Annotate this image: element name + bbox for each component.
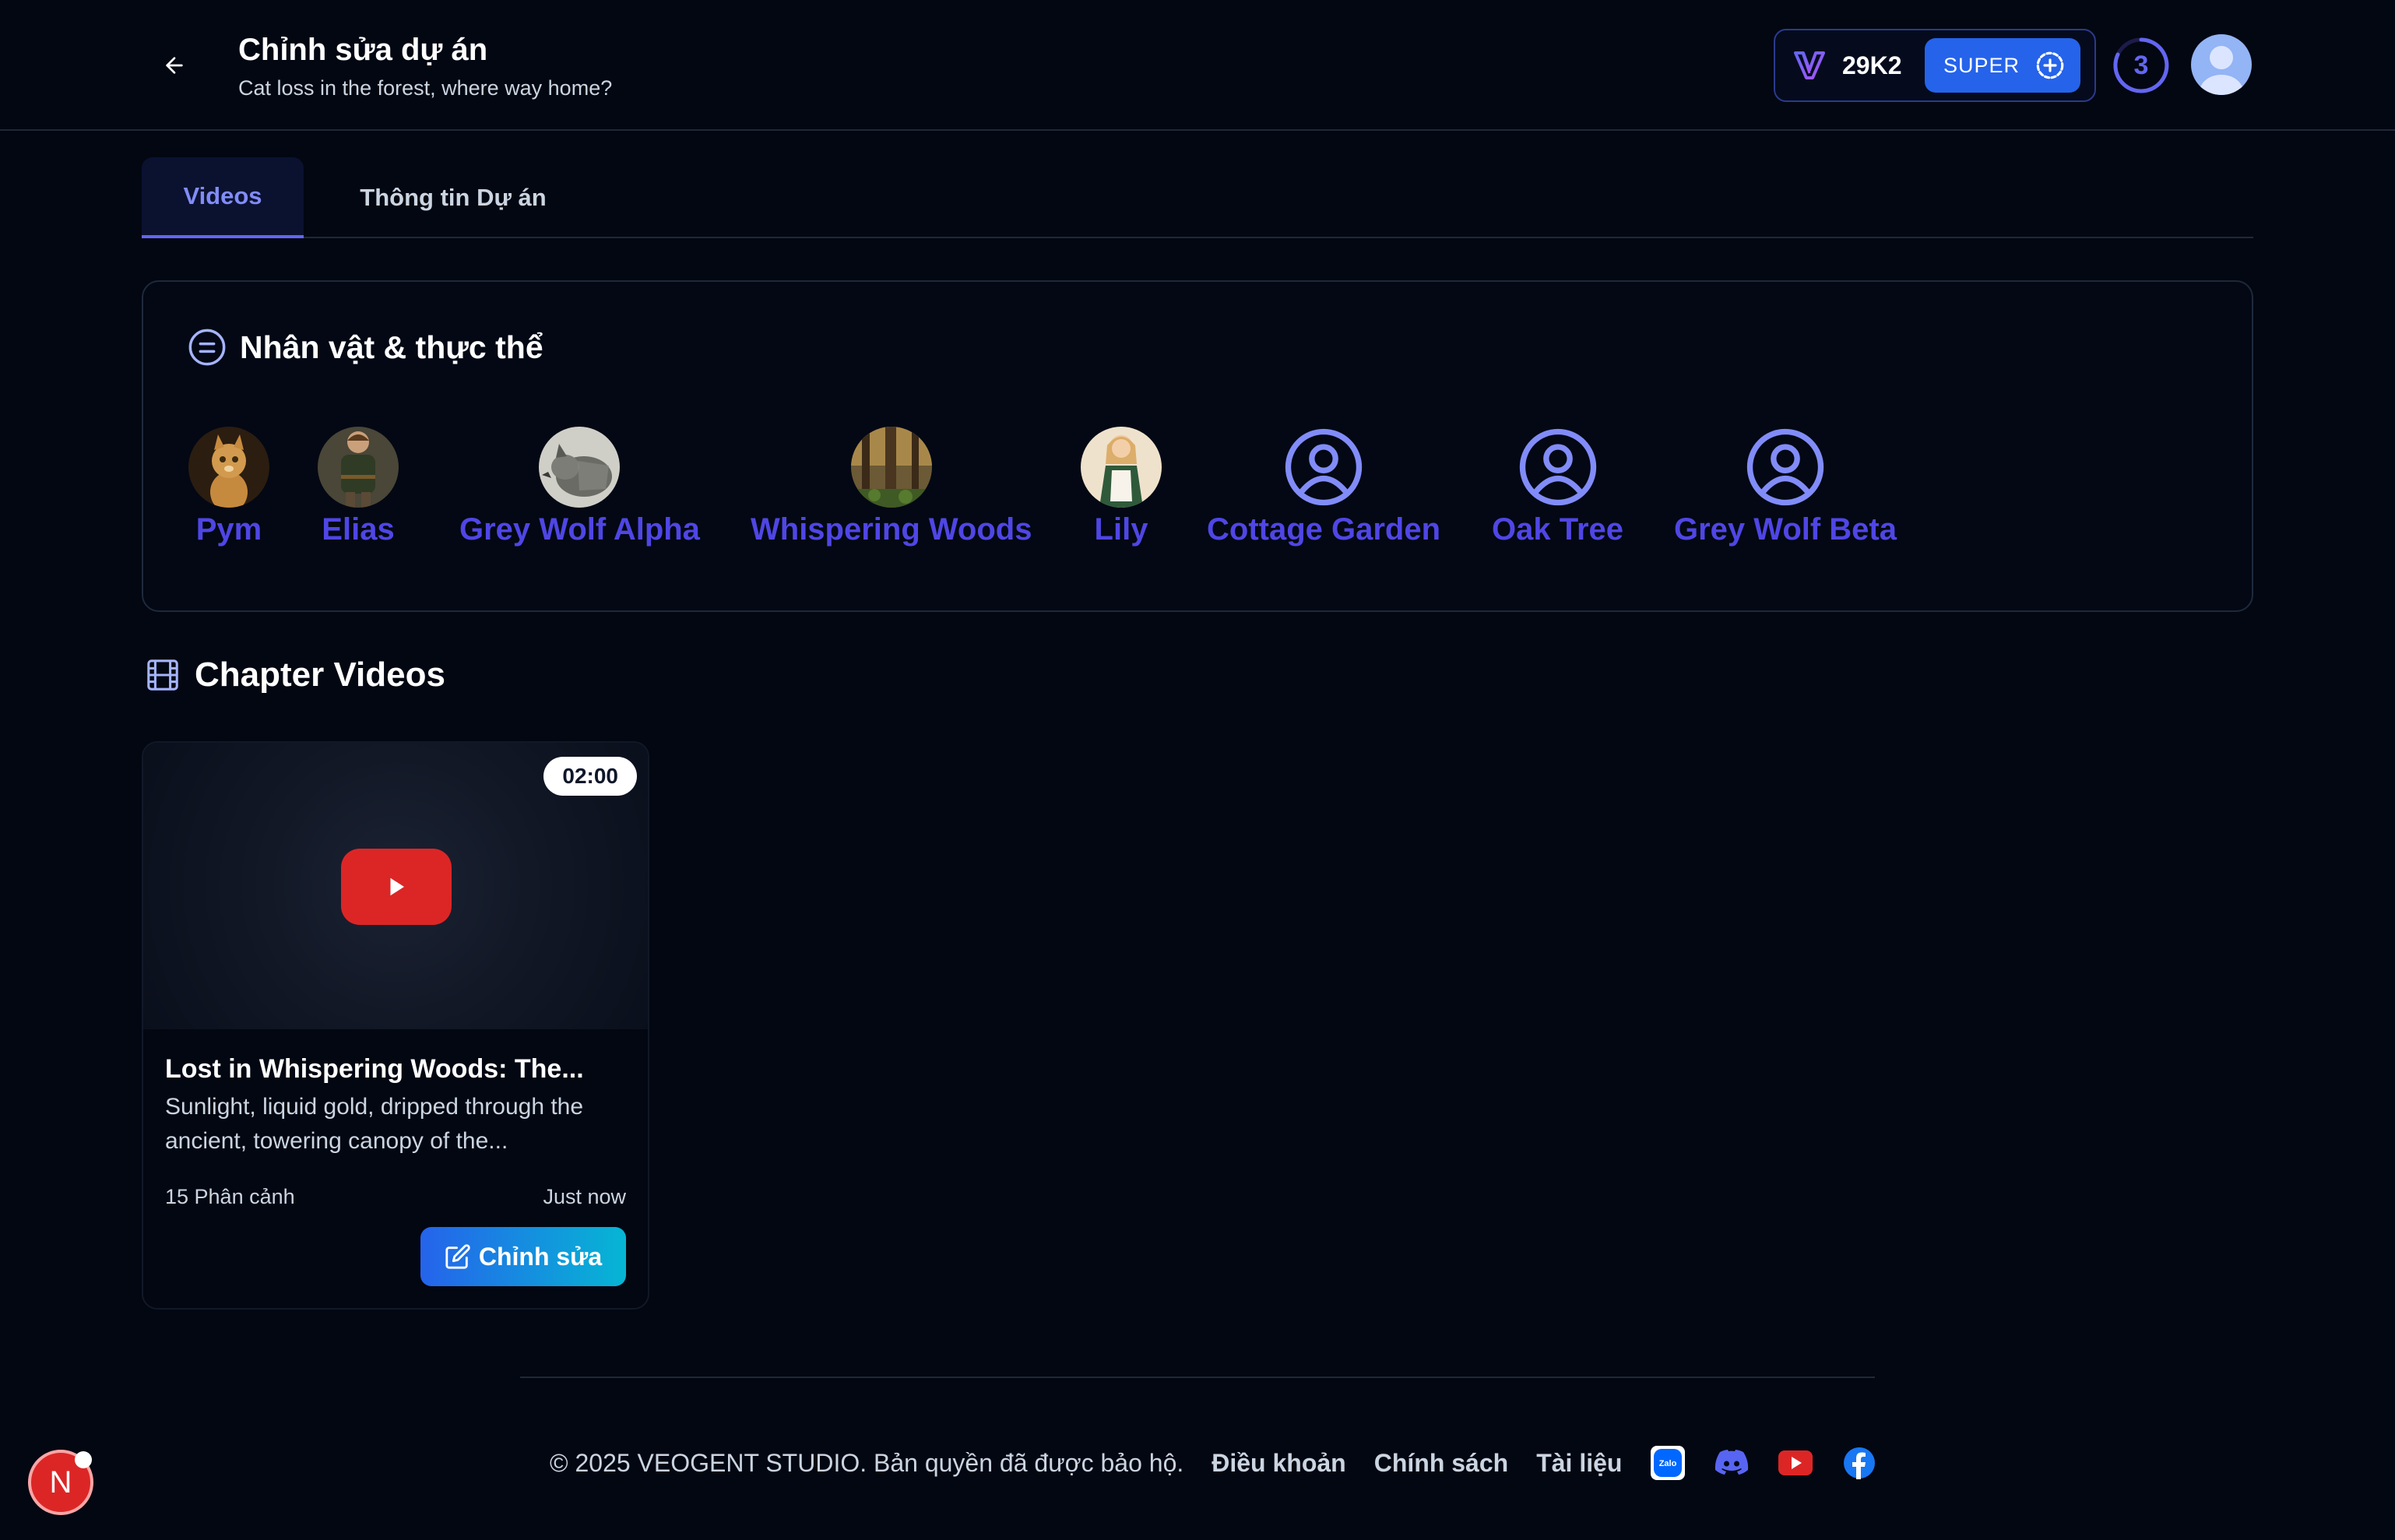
notification-count: 3 xyxy=(2133,50,2149,80)
zalo-icon[interactable]: Zalo xyxy=(1650,1445,1686,1481)
updated-time: Just now xyxy=(543,1185,626,1208)
tab-videos[interactable]: Videos xyxy=(142,157,304,238)
character-name: Whispering Woods xyxy=(751,512,1032,547)
title-block: Chỉnh sửa dự án Cat loss in the forest, … xyxy=(238,31,612,101)
policy-link[interactable]: Chính sách xyxy=(1374,1449,1508,1478)
edit-button[interactable]: Chỉnh sửa xyxy=(420,1227,626,1286)
character-lily[interactable]: Lily xyxy=(1081,427,1162,547)
zalo-label: Zalo xyxy=(1659,1459,1677,1468)
page-title: Chỉnh sửa dự án xyxy=(238,33,488,67)
user-avatar[interactable] xyxy=(2191,34,2252,95)
discord-icon[interactable] xyxy=(1714,1445,1750,1481)
tab-bar: Videos Thông tin Dự án xyxy=(142,157,2253,238)
dev-badge-dot xyxy=(75,1451,92,1468)
scene-count: 15 Phân cảnh xyxy=(165,1185,295,1208)
top-header: Chỉnh sửa dự án Cat loss in the forest, … xyxy=(0,0,2395,131)
character-name: Pym xyxy=(195,512,262,547)
character-name: Lily xyxy=(1094,512,1148,547)
characters-panel: Nhân vật & thực thể Pym Elias Grey Wolf … xyxy=(142,280,2253,612)
video-card[interactable]: 02:00 Lost in Whispering Woods: The... S… xyxy=(142,741,649,1310)
play-icon xyxy=(390,877,404,896)
notification-indicator[interactable]: 3 xyxy=(2112,36,2171,95)
forest-portrait-icon xyxy=(850,427,932,508)
user-circle-icon xyxy=(1519,428,1596,506)
user-circle-icon xyxy=(1746,428,1824,506)
character-pym[interactable]: Pym xyxy=(188,427,269,547)
terms-link[interactable]: Điều khoản xyxy=(1212,1449,1345,1478)
footer: © 2025 VEOGENT STUDIO. Bản quyền đã được… xyxy=(550,1442,1877,1484)
girl-portrait-icon xyxy=(1081,427,1162,508)
character-elias[interactable]: Elias xyxy=(318,427,399,547)
video-thumbnail[interactable]: 02:00 xyxy=(143,743,648,1029)
characters-title: Nhân vật & thực thể xyxy=(240,329,543,365)
wolf-portrait-icon xyxy=(539,427,621,508)
facebook-icon[interactable] xyxy=(1841,1445,1877,1481)
character-name: Oak Tree xyxy=(1492,512,1624,547)
video-title: Lost in Whispering Woods: The... xyxy=(165,1054,584,1084)
edit-label: Chỉnh sửa xyxy=(478,1242,603,1271)
film-icon xyxy=(147,659,178,691)
user-circle-icon xyxy=(1285,428,1363,506)
docs-link[interactable]: Tài liệu xyxy=(1536,1449,1622,1478)
video-description: Sunlight, liquid gold, dripped through t… xyxy=(165,1094,584,1154)
credit-balance: 29K2 xyxy=(1842,51,1902,79)
character-grey-wolf-beta[interactable]: Grey Wolf Beta xyxy=(1674,427,1897,547)
user-silhouette-icon xyxy=(2200,46,2243,95)
characters-header: Nhân vật & thực thể xyxy=(187,327,543,367)
character-name: Grey Wolf Beta xyxy=(1674,512,1897,547)
character-name: Elias xyxy=(322,512,395,547)
cat-portrait-icon xyxy=(188,427,269,508)
duration-badge: 02:00 xyxy=(543,757,637,796)
youtube-icon[interactable] xyxy=(1778,1445,1813,1481)
character-cottage-garden[interactable]: Cottage Garden xyxy=(1207,427,1440,547)
play-button[interactable] xyxy=(341,849,452,925)
back-button[interactable] xyxy=(153,44,196,87)
edit-icon xyxy=(445,1244,470,1269)
character-name: Cottage Garden xyxy=(1207,512,1441,547)
super-upgrade-button[interactable]: SUPER xyxy=(1925,38,2080,93)
footer-divider xyxy=(520,1377,1875,1378)
character-oak-tree[interactable]: Oak Tree xyxy=(1492,427,1623,547)
chapter-videos-header: Chapter Videos xyxy=(145,656,445,694)
neutral-face-icon xyxy=(188,329,226,366)
boy-portrait-icon xyxy=(318,427,399,508)
super-label: SUPER xyxy=(1943,53,2020,77)
add-circle-icon xyxy=(2036,51,2064,79)
credits-box: 29K2 SUPER xyxy=(1774,29,2096,102)
page-subtitle: Cat loss in the forest, where way home? xyxy=(238,76,613,100)
character-whispering-woods[interactable]: Whispering Woods xyxy=(751,427,1032,547)
chapter-videos-title: Chapter Videos xyxy=(195,656,445,694)
character-name: Grey Wolf Alpha xyxy=(459,512,700,547)
tab-project-info[interactable]: Thông tin Dự án xyxy=(336,157,570,238)
veogent-logo-icon xyxy=(1792,48,1827,83)
character-grey-wolf-alpha[interactable]: Grey Wolf Alpha xyxy=(459,427,700,547)
arrow-left-icon xyxy=(166,57,183,74)
copyright-text: © 2025 VEOGENT STUDIO. Bản quyền đã được… xyxy=(550,1448,1184,1477)
